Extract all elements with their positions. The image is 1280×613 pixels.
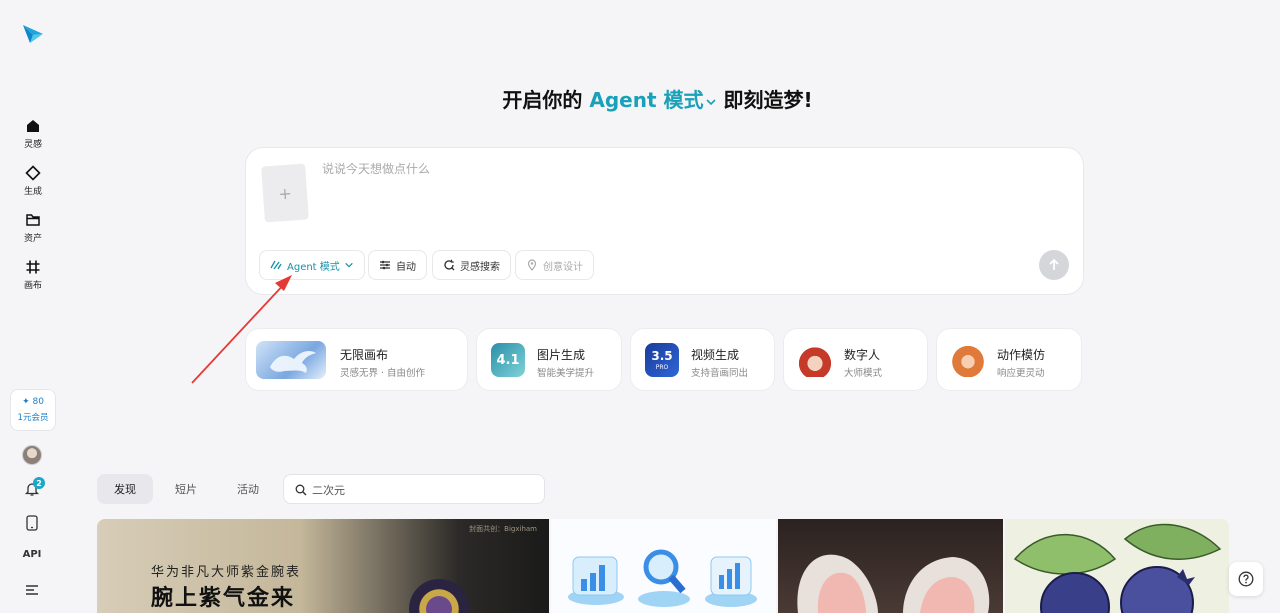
sidebar-item-assets[interactable]: 资产 — [8, 212, 58, 252]
hash-icon — [26, 260, 40, 274]
logo-icon[interactable] — [21, 22, 45, 46]
send-button[interactable] — [1039, 250, 1069, 280]
feature-subtitle: 大师模式 — [844, 368, 883, 379]
help-button[interactable] — [1229, 562, 1263, 596]
prompt-input[interactable] — [322, 162, 1022, 176]
feature-subtitle: 支持音画同出 — [691, 368, 749, 379]
gallery-item[interactable] — [551, 519, 776, 613]
video-gen-badge: 3.5 PRO — [645, 343, 679, 377]
video-gen-pro: PRO — [655, 364, 669, 371]
title-prefix: 开启你的 — [502, 88, 583, 112]
feature-title: 动作模仿 — [997, 348, 1046, 362]
upload-image-button[interactable]: + — [261, 163, 309, 223]
gallery-subheadline: 腕上紫气金来 — [151, 586, 296, 611]
mode-label: Agent 模式 — [589, 88, 704, 112]
blueberry-image — [1013, 523, 1222, 613]
tab-shorts[interactable]: 短片 — [160, 474, 212, 504]
pegasus-icon — [270, 351, 316, 373]
sidebar-item-inspiration[interactable]: 灵感 — [8, 118, 58, 158]
gallery-credit: 封面共创：Bigxiham — [469, 525, 537, 533]
location-pin-icon — [527, 259, 537, 271]
tab-discover[interactable]: 发现 — [97, 474, 153, 504]
creative-design-button[interactable]: 创意设计 — [515, 250, 594, 280]
agent-mode-button[interactable]: Agent 模式 — [259, 250, 365, 280]
search-icon — [295, 484, 307, 496]
page-title: 开启你的 Agent 模式 即刻造梦! — [0, 84, 1280, 113]
sidebar-item-label: 生成 — [23, 187, 42, 197]
feature-card-image-generation[interactable]: 4.1 图片生成 智能美学提升 — [476, 328, 622, 391]
credits-count: ✦ 80 — [22, 397, 44, 407]
feature-card-infinite-canvas[interactable]: 无限画布 灵感无界 · 自由创作 — [245, 328, 468, 391]
agent-mode-label: Agent 模式 — [287, 261, 340, 273]
bunny-ears-image — [797, 554, 990, 613]
menu-icon[interactable] — [25, 584, 39, 596]
feature-title: 无限画布 — [340, 348, 389, 362]
creative-design-label: 创意设计 — [543, 261, 583, 273]
credits-badge[interactable]: ✦ 80 1元会员 — [10, 389, 56, 431]
sliders-icon — [380, 260, 390, 270]
video-gen-version: 3.5 — [651, 349, 673, 363]
gallery-item[interactable]: 封面共创：Bigxiham 华为非凡大师紫金腕表 腕上紫气金来 — [97, 519, 549, 613]
chevron-down-icon — [705, 98, 716, 105]
feature-title: 视频生成 — [691, 348, 740, 362]
prompt-box: + Agent 模式 自动 灵感搜索 创意设计 — [245, 147, 1084, 295]
sidebar-item-generate[interactable]: 生成 — [8, 165, 58, 205]
search-refresh-icon — [444, 259, 455, 271]
gallery-item[interactable] — [1005, 519, 1229, 613]
auto-label: 自动 — [396, 261, 416, 273]
question-mark-icon — [1238, 571, 1254, 587]
analytics-illustration — [568, 549, 757, 607]
gallery-headline: 华为非凡大师紫金腕表 — [151, 565, 302, 580]
home-icon — [27, 120, 39, 132]
auto-button[interactable]: 自动 — [368, 250, 427, 280]
feature-card-motion-imitation[interactable]: 动作模仿 响应更灵动 — [936, 328, 1082, 391]
image-gen-badge: 4.1 — [491, 343, 525, 377]
feature-subtitle: 智能美学提升 — [537, 368, 595, 379]
mobile-icon[interactable] — [25, 515, 39, 531]
api-link[interactable]: API — [20, 549, 44, 560]
feature-subtitle: 响应更灵动 — [997, 368, 1045, 379]
digital-human-thumbnail — [798, 343, 832, 377]
inspiration-search-button[interactable]: 灵感搜索 — [432, 250, 511, 280]
gallery-search-input[interactable] — [312, 481, 532, 499]
feature-subtitle: 灵感无界 · 自由创作 — [340, 368, 426, 379]
sidebar-item-canvas[interactable]: 画布 — [8, 259, 58, 299]
notification-badge: 2 — [33, 477, 45, 489]
arrow-up-icon — [1049, 258, 1059, 270]
feature-title: 数字人 — [844, 348, 881, 362]
avatar[interactable] — [22, 445, 42, 465]
membership-label: 1元会员 — [17, 413, 49, 423]
feature-title: 图片生成 — [537, 348, 586, 362]
gallery-search — [283, 474, 545, 504]
chevron-down-icon — [345, 262, 353, 268]
title-suffix: 即刻造梦! — [723, 88, 813, 112]
watch-image — [409, 579, 469, 613]
mode-switcher[interactable]: Agent 模式 — [589, 88, 716, 112]
feature-card-digital-human[interactable]: 数字人 大师模式 — [783, 328, 928, 391]
sidebar-item-label: 画布 — [23, 281, 42, 291]
gallery-item[interactable] — [778, 519, 1003, 613]
sidebar-item-label: 灵感 — [23, 140, 42, 150]
inspiration-search-label: 灵感搜索 — [460, 261, 500, 273]
tab-events[interactable]: 活动 — [222, 474, 274, 504]
motion-imitation-thumbnail — [951, 343, 985, 377]
folder-icon — [26, 214, 40, 226]
diamond-icon — [25, 165, 41, 181]
pegasus-thumbnail — [256, 341, 326, 379]
plus-icon: + — [277, 183, 293, 203]
sidebar-item-label: 资产 — [23, 234, 42, 244]
agent-icon — [270, 260, 282, 270]
feature-card-video-generation[interactable]: 3.5 PRO 视频生成 支持音画同出 — [630, 328, 775, 391]
